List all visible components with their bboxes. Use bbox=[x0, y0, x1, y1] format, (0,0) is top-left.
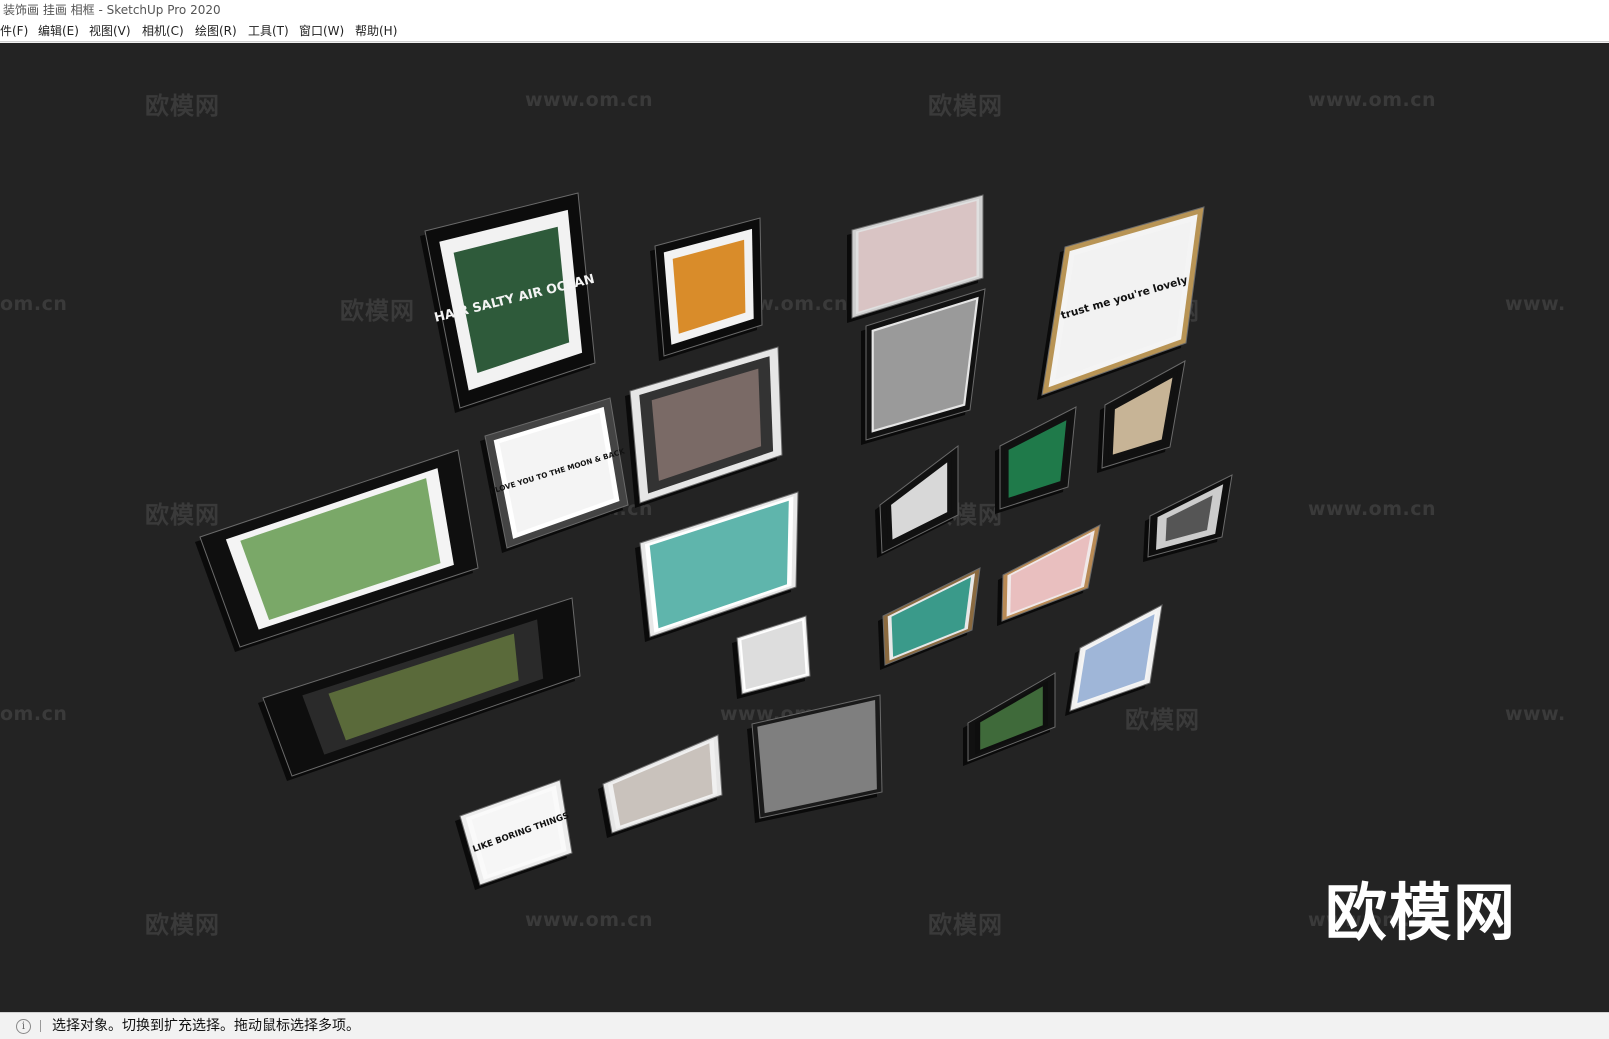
status-text: 选择对象。切换到扩充选择。拖动鼠标选择多项。 bbox=[52, 1018, 360, 1034]
info-icon[interactable]: i bbox=[16, 1019, 31, 1034]
frame-teal-waves[interactable] bbox=[878, 567, 981, 670]
menu-window[interactable]: 窗口(W) bbox=[299, 21, 344, 42]
frame-green-script[interactable] bbox=[995, 406, 1077, 514]
menu-camera[interactable]: 相机(C) bbox=[142, 21, 184, 42]
menu-view[interactable]: 视图(V) bbox=[89, 21, 131, 42]
menu-file[interactable]: 件(F) bbox=[0, 21, 28, 42]
frame-feet-beach[interactable] bbox=[625, 346, 783, 508]
frame-city-street[interactable] bbox=[747, 694, 883, 823]
menu-help[interactable]: 帮助(H) bbox=[355, 21, 397, 42]
frame-orange-poster[interactable] bbox=[650, 217, 763, 361]
frame-flamingo[interactable] bbox=[997, 524, 1101, 626]
window-title-bar: 装饰画 挂画 相框 - SketchUp Pro 2020 bbox=[0, 0, 1609, 21]
menu-bar: 件(F) 编辑(E) 视图(V) 相机(C) 绘图(R) 工具(T) 窗口(W)… bbox=[0, 21, 1609, 42]
frame-small-green[interactable] bbox=[963, 672, 1056, 766]
menu-edit[interactable]: 编辑(E) bbox=[38, 21, 79, 42]
model-viewport[interactable]: 欧模网 www.om.cn 欧模网 www.om.cn om.cn 欧模网 ww… bbox=[0, 43, 1609, 1012]
frame-palm-leaf-bw[interactable] bbox=[875, 444, 959, 558]
window-title: 装饰画 挂画 相框 - SketchUp Pro 2020 bbox=[3, 3, 221, 17]
frame-feather-sketch[interactable] bbox=[598, 734, 723, 838]
frame-hanging-bulbs[interactable] bbox=[1065, 604, 1163, 716]
frame-hair-salty-air-ocean[interactable]: HAIR SALTY AIR OCEAN bbox=[420, 192, 596, 413]
frame-beach-sea[interactable] bbox=[635, 491, 799, 642]
frame-splash-bw[interactable] bbox=[732, 615, 811, 699]
frame-small-gray[interactable] bbox=[1143, 474, 1233, 562]
menu-tools[interactable]: 工具(T) bbox=[248, 21, 289, 42]
menu-draw[interactable]: 绘图(R) bbox=[195, 21, 237, 42]
brand-logo: 欧模网 bbox=[1324, 876, 1517, 949]
frame-wooden-room[interactable] bbox=[1097, 360, 1186, 473]
status-bar: i 选择对象。切换到扩充选择。拖动鼠标选择多项。 bbox=[0, 1012, 1609, 1039]
frame-i-like-boring-things[interactable]: I LIKE BORING THINGS bbox=[455, 779, 573, 890]
frame-leaves-wide[interactable] bbox=[195, 449, 479, 652]
status-divider bbox=[40, 1020, 41, 1032]
frame-i-love-you-to-the-moon-and-back[interactable]: I LOVE YOU TO THE MOON & BACK bbox=[480, 397, 629, 553]
